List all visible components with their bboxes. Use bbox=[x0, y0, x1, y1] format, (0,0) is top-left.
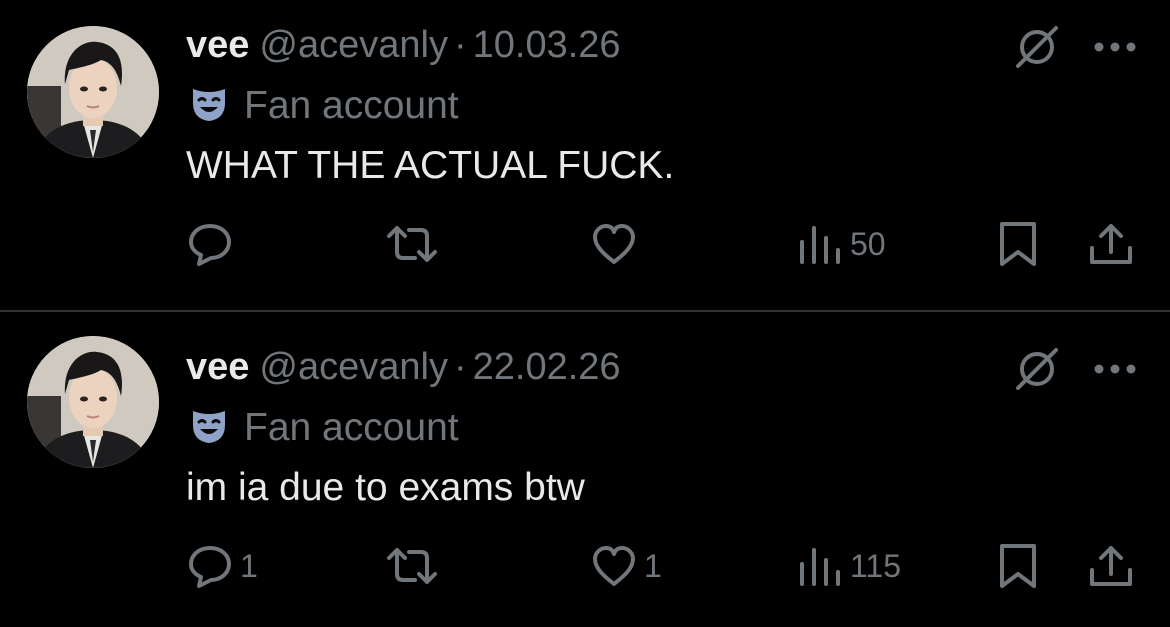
heart-icon bbox=[593, 224, 635, 264]
views-icon bbox=[800, 226, 840, 264]
bookmark-icon bbox=[1000, 222, 1036, 266]
theater-mask-icon bbox=[190, 407, 228, 445]
badge-label: Fan account bbox=[244, 406, 459, 449]
reply-icon bbox=[189, 546, 231, 588]
reply-button[interactable]: 1 bbox=[186, 538, 258, 594]
badge-label: Fan account bbox=[244, 84, 459, 127]
post-text: im ia due to exams btw bbox=[186, 466, 585, 509]
bookmark-icon bbox=[1000, 544, 1036, 588]
bookmark-button[interactable] bbox=[996, 538, 1040, 594]
views-button[interactable]: 50 bbox=[796, 216, 886, 272]
post-date[interactable]: 10.03.26 bbox=[473, 24, 621, 66]
reply-button[interactable] bbox=[186, 216, 240, 272]
share-button[interactable] bbox=[1086, 538, 1136, 594]
post-actions: 1 1 115 bbox=[0, 538, 1170, 594]
more-options-icon[interactable] bbox=[1092, 362, 1138, 376]
post[interactable]: vee @acevanly · 22.02.26 Fan account im ia … bbox=[0, 312, 1170, 622]
timeline-feed: vee @acevanly · 10.03.26 Fan account WHAT T… bbox=[0, 0, 1170, 627]
like-button[interactable] bbox=[590, 216, 644, 272]
author-display-name[interactable]: vee bbox=[186, 346, 249, 388]
grok-icon[interactable] bbox=[1012, 22, 1062, 72]
author-display-name[interactable]: vee bbox=[186, 24, 249, 66]
like-count: 1 bbox=[644, 547, 662, 584]
like-button[interactable]: 1 bbox=[590, 538, 662, 594]
views-icon bbox=[800, 548, 840, 586]
views-button[interactable]: 115 bbox=[796, 538, 901, 594]
more-options-icon[interactable] bbox=[1092, 40, 1138, 54]
post-header: vee @acevanly · 10.03.26 bbox=[186, 22, 621, 68]
author-handle[interactable]: @acevanly bbox=[259, 346, 448, 388]
author-handle[interactable]: @acevanly bbox=[259, 24, 448, 66]
header-separator: · bbox=[453, 24, 467, 66]
theater-mask-icon bbox=[190, 85, 228, 123]
grok-icon[interactable] bbox=[1012, 344, 1062, 394]
header-separator: · bbox=[453, 346, 467, 388]
heart-icon bbox=[593, 546, 635, 586]
affiliation-badge[interactable]: Fan account bbox=[190, 406, 459, 450]
avatar[interactable] bbox=[27, 26, 159, 158]
post-actions: 50 bbox=[0, 216, 1170, 272]
reply-icon bbox=[189, 224, 231, 266]
repost-button[interactable] bbox=[383, 216, 447, 272]
repost-icon bbox=[387, 226, 437, 262]
bookmark-button[interactable] bbox=[996, 216, 1040, 272]
share-icon bbox=[1090, 546, 1132, 586]
repost-button[interactable] bbox=[383, 538, 447, 594]
share-icon bbox=[1090, 224, 1132, 264]
post-text: WHAT THE ACTUAL FUCK. bbox=[186, 144, 675, 187]
views-count: 115 bbox=[850, 547, 902, 584]
avatar[interactable] bbox=[27, 336, 159, 468]
share-button[interactable] bbox=[1086, 216, 1136, 272]
post-date[interactable]: 22.02.26 bbox=[473, 346, 621, 388]
post[interactable]: vee @acevanly · 10.03.26 Fan account WHAT T… bbox=[0, 0, 1170, 312]
post-header: vee @acevanly · 22.02.26 bbox=[186, 344, 621, 390]
affiliation-badge[interactable]: Fan account bbox=[190, 84, 459, 128]
reply-count: 1 bbox=[240, 547, 258, 584]
repost-icon bbox=[387, 548, 437, 584]
views-count: 50 bbox=[850, 225, 886, 262]
